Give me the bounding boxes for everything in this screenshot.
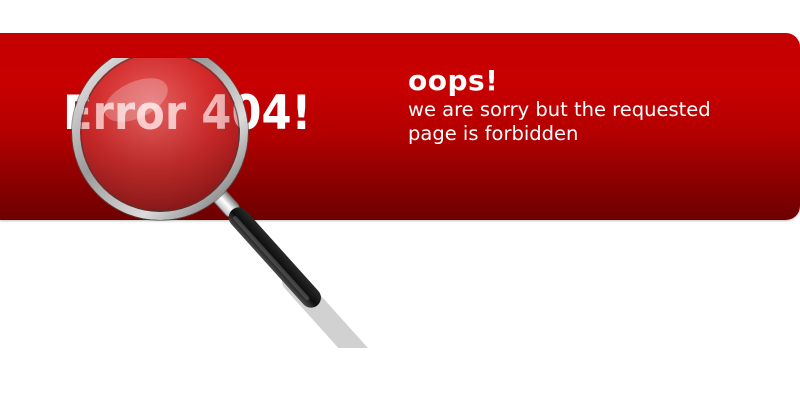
error-page: Error 404! oops! we are sorry but the re…: [0, 0, 800, 400]
error-message: we are sorry but the requested page is f…: [408, 98, 711, 145]
oops-heading: oops!: [408, 64, 499, 97]
error-message-block: oops! we are sorry but the requested pag…: [408, 64, 738, 146]
magnifying-glass-icon: [71, 58, 370, 348]
